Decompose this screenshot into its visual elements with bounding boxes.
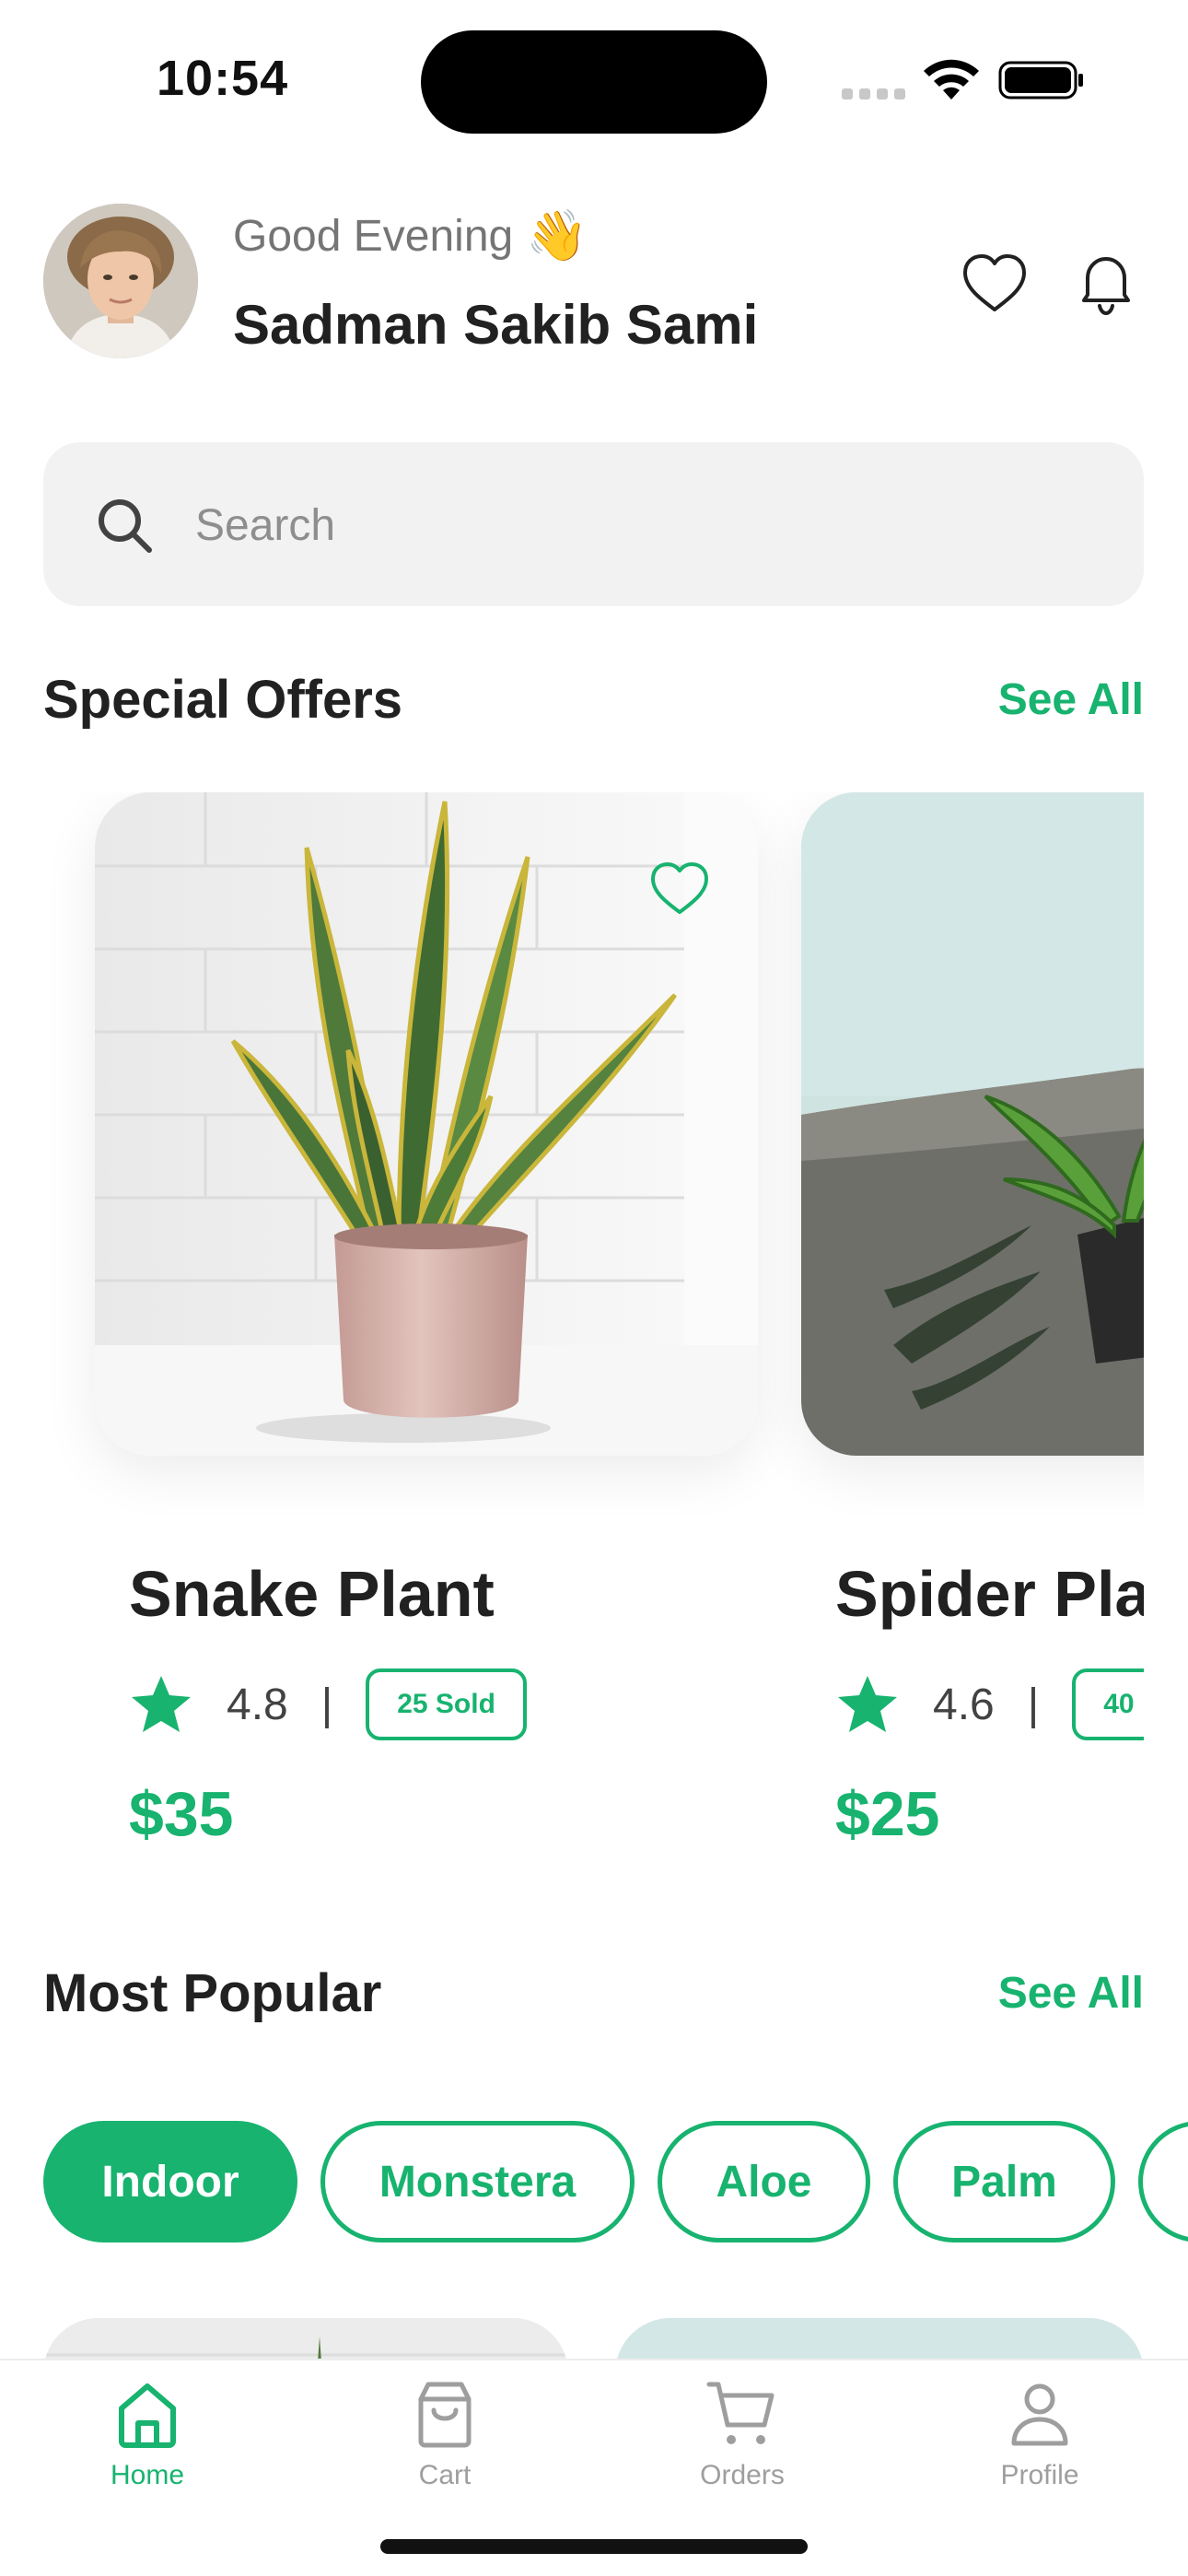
most-popular-see-all-link[interactable]: See All [998,1968,1144,2019]
cart-icon [706,2382,775,2444]
tab-orders[interactable]: Orders [650,2377,834,2515]
battery-icon [998,61,1083,100]
star-icon [838,1676,897,1732]
search-bar[interactable] [43,442,1144,606]
rating-separator: | [1027,1680,1040,1729]
offer-card-image [801,792,1144,1456]
offer-card[interactable]: Snake Plant 4.8 | 25 Sold $35 [95,792,758,1849]
status-time: 10:54 [157,51,289,106]
special-offers-see-all-link[interactable]: See All [998,674,1144,725]
tab-cart[interactable]: Cart [353,2377,537,2515]
tab-profile-label: Profile [1000,2460,1079,2490]
chip-palm[interactable]: Palm [893,2121,1115,2242]
tab-orders-label: Orders [700,2460,785,2490]
bell-icon[interactable] [1071,249,1141,319]
wave-emoji: 👋 [526,208,588,263]
search-icon [99,499,152,553]
offer-card-image [95,792,758,1456]
star-icon [132,1676,191,1732]
offer-card-name: Spider Pla [835,1558,1144,1630]
dynamic-island [421,30,767,134]
category-chips[interactable]: Indoor Monstera Aloe Palm [43,2121,1188,2242]
most-popular-title: Most Popular [43,1963,382,2023]
chip-more[interactable] [1138,2121,1188,2242]
sold-count-badge: 40 [1072,1669,1144,1740]
special-offers-carousel[interactable]: Snake Plant 4.8 | 25 Sold $35 Spider Pla… [0,792,1144,1879]
offer-card-price: $35 [129,1779,234,1849]
sold-count-badge: 25 Sold [366,1669,527,1740]
person-icon [1011,2383,1068,2446]
offer-card-rating: 4.6 | 40 [835,1668,1144,1741]
status-bar: 10:54 [0,0,1188,157]
tab-profile[interactable]: Profile [948,2377,1132,2515]
cellular-signal-icon [842,88,906,100]
favorite-heart-icon[interactable] [647,857,712,921]
chip-indoor[interactable]: Indoor [43,2121,297,2242]
greeting-text: Good Evening 👋 [233,207,588,265]
heart-icon[interactable] [960,249,1030,319]
tab-home[interactable]: Home [55,2377,239,2515]
user-name: Sadman Sakib Sami [233,294,759,356]
rating-value: 4.8 [227,1680,288,1729]
bag-icon [418,2382,472,2448]
greeting-label: Good Evening [233,212,514,261]
offer-card-rating: 4.8 | 25 Sold [129,1668,527,1741]
chip-monstera[interactable]: Monstera [320,2121,635,2242]
special-offers-title: Special Offers [43,670,403,730]
user-avatar[interactable] [43,204,198,358]
rating-value: 4.6 [933,1680,995,1729]
rating-separator: | [320,1680,333,1729]
home-icon [119,2383,176,2448]
app-screen: 10:54 Good Evening 👋 Sadman Sakib Sami S… [0,0,1188,2576]
tab-cart-label: Cart [418,2460,472,2490]
home-indicator[interactable] [380,2539,808,2554]
search-input[interactable] [195,479,1098,571]
offer-card-price: $25 [835,1779,940,1849]
offer-card-name: Snake Plant [129,1558,495,1630]
tab-home-label: Home [110,2460,185,2490]
chip-aloe[interactable]: Aloe [658,2121,870,2242]
offer-card[interactable]: Spider Pla 4.6 | 40 $25 [801,792,1144,1849]
wifi-icon [924,59,979,100]
